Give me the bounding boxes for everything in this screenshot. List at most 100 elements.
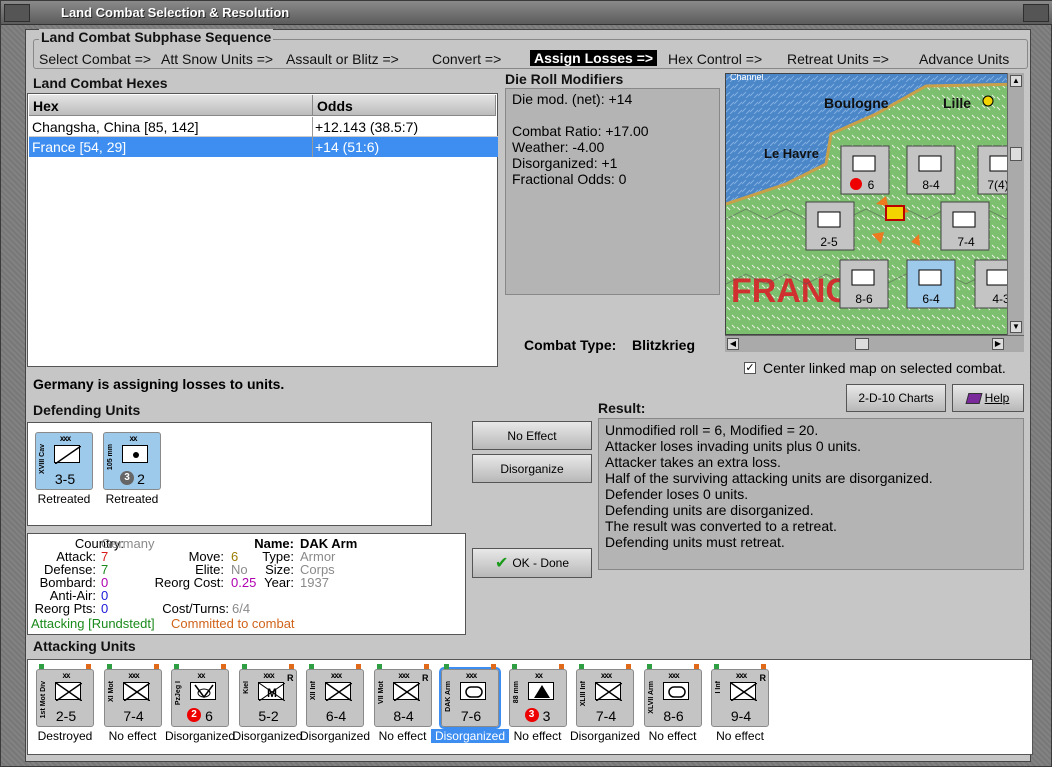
attacking-unit[interactable]: xxx XLIII Inf 7-4 Disorganized xyxy=(570,664,640,743)
status-light-icon xyxy=(761,664,766,669)
map-label-channel: Channel xyxy=(730,74,764,82)
result-line: Attacker takes an extra loss. xyxy=(605,454,781,470)
unit-status: Destroyed xyxy=(37,729,93,743)
reserve-icon: R xyxy=(422,673,429,683)
center-map-checkbox[interactable]: ✓ xyxy=(744,362,756,374)
map-counter-str: 8-4 xyxy=(922,178,940,192)
infantry-symbol-icon xyxy=(55,682,82,701)
unit-name: 88 mm xyxy=(512,681,520,704)
unit-strength: 9-4 xyxy=(730,708,752,724)
status-light-icon xyxy=(714,664,719,669)
defending-unit[interactable]: xx 105 mm 3 2 Retreated xyxy=(103,432,161,506)
charts-button[interactable]: 2-D-10 Charts xyxy=(846,384,946,412)
unit-name: Kiel xyxy=(242,681,250,694)
unit-size: xx xyxy=(535,671,543,680)
attacking-unit[interactable]: xxx XII Inf 6-4 Disorganized xyxy=(300,664,370,743)
cost-turns-label: Cost/Turns: xyxy=(162,601,229,616)
infantry-symbol-icon xyxy=(730,682,757,701)
year-label: Year: xyxy=(264,575,294,590)
unit-strength: 2-5 xyxy=(55,708,77,724)
unit-size: xx xyxy=(129,434,138,443)
unit-strength: 7-4 xyxy=(595,708,617,724)
window-menu-grip[interactable] xyxy=(4,4,30,22)
help-book-icon xyxy=(965,392,983,404)
disorganize-button[interactable]: Disorganize xyxy=(472,454,592,483)
attacking-unit[interactable]: xxx Kiel M R 5-2 Disorganized xyxy=(232,664,303,743)
unit-strength: 8-6 xyxy=(663,708,684,724)
odds-column-header[interactable]: Odds xyxy=(313,95,496,116)
scroll-down-icon[interactable]: ▼ xyxy=(1010,321,1022,333)
linked-map[interactable]: FRANCE Boulogne Lille Le Havre Channel 6… xyxy=(725,73,1024,335)
unit-counter: xxx XVIII Cav 3-5 xyxy=(35,432,93,490)
map-horizontal-scrollbar[interactable]: ◀ ▶ xyxy=(725,335,1024,352)
status-light-icon xyxy=(423,664,429,669)
hex-row-selected[interactable]: France [54, 29] +14 (51:6) xyxy=(29,137,498,157)
map-vertical-scrollbar[interactable]: ▲ ▼ xyxy=(1007,73,1024,335)
window-close-grip[interactable] xyxy=(1023,4,1049,22)
title-bar[interactable]: Land Combat Selection & Resolution xyxy=(1,1,1052,25)
status-light-icon xyxy=(221,664,226,669)
hex-name: Changsha, China [85, 142] xyxy=(32,119,199,135)
map-counter: 8-4 xyxy=(906,145,956,195)
checkmark-icon: ✔ xyxy=(494,555,509,572)
attacking-unit[interactable]: xx PzJeg I 2 6 Disorganized xyxy=(165,664,235,743)
reorg-cost-label: Reorg Cost: xyxy=(154,575,224,590)
phase-step-att-snow: Att Snow Units => xyxy=(161,51,274,67)
phase-step-assault-blitz: Assault or Blitz => xyxy=(286,51,399,67)
reserve-icon: R xyxy=(759,673,767,683)
ok-done-button[interactable]: ✔ OK - Done xyxy=(472,548,592,578)
attacking-unit[interactable]: xxx XI Mot 7-4 No effect xyxy=(103,664,162,743)
attacking-unit[interactable]: xx 88 mm 3 3 No effect xyxy=(508,664,567,743)
infantry-symbol-icon xyxy=(325,682,352,701)
result-box: Unmodified roll = 6, Modified = 20. Atta… xyxy=(598,418,1024,570)
help-button[interactable]: Help xyxy=(952,384,1024,412)
reserve-icon: R xyxy=(287,673,294,683)
unit-strength: 6 xyxy=(205,708,213,724)
unit-status: Retreated xyxy=(37,492,91,506)
map-counter: 7-4 xyxy=(940,201,990,251)
scroll-right-icon[interactable]: ▶ xyxy=(992,338,1004,350)
die-roll-box: Die mod. (net): +14 Combat Ratio: +17.00… xyxy=(505,88,720,295)
unit-strength: 2 xyxy=(137,471,145,487)
unit-counter: xxx XLVII Arm 8-6 xyxy=(643,664,702,727)
armor-symbol-icon xyxy=(460,682,486,700)
unit-counter: xx PzJeg I26 xyxy=(171,664,229,727)
status-light-icon xyxy=(174,664,179,669)
committed-note: Committed to combat xyxy=(171,616,295,631)
attacking-unit[interactable]: xxx I Inf R 9-4 No effect xyxy=(711,664,769,743)
status-light-icon xyxy=(106,664,112,669)
hex-odds: +12.143 (38.5:7) xyxy=(315,119,419,135)
unit-counter: xxx VII Mot R 8-4 xyxy=(373,664,432,727)
die-line: Die mod. (net): +14 xyxy=(512,91,633,107)
defending-unit[interactable]: xxx XVIII Cav 3-5 Retreated xyxy=(35,432,93,506)
ok-done-label: OK - Done xyxy=(512,556,570,570)
hex-column-header[interactable]: Hex xyxy=(29,95,313,116)
attacking-unit[interactable]: xxx XLVII Arm 8-6 No effect xyxy=(643,664,702,743)
attacking-unit[interactable]: xxx VII Mot R 8-4 No effect xyxy=(373,664,432,743)
status-light-icon xyxy=(153,664,159,669)
hexes-title: Land Combat Hexes xyxy=(33,75,168,91)
no-effect-button[interactable]: No Effect xyxy=(472,421,592,450)
unit-strength: 8-4 xyxy=(393,708,414,724)
map-counter-str: 7-4 xyxy=(957,235,975,249)
scroll-thumb[interactable] xyxy=(855,338,869,350)
defending-units-box: xxx XVIII Cav 3-5 Retreated xx 105 mm 3 … xyxy=(27,422,432,526)
unit-size: xx xyxy=(62,671,71,680)
phase-step-retreat-units: Retreat Units => xyxy=(787,51,889,67)
scroll-left-icon[interactable]: ◀ xyxy=(727,338,739,350)
hex-row[interactable]: Changsha, China [85, 142] +12.143 (38.5:… xyxy=(29,117,498,137)
attacking-unit[interactable]: xx 1st Mot Div 2-5 Destroyed xyxy=(36,664,94,743)
phase-step-assign-losses: Assign Losses => xyxy=(530,50,658,66)
unit-name: I Inf xyxy=(715,681,722,694)
unit-info-box: Country: Germany Attack: 7 Defense: 7 Bo… xyxy=(27,533,466,635)
reorg-pts-label: Reorg Pts: xyxy=(34,601,96,616)
result-line: The result was converted to a retreat. xyxy=(605,518,837,534)
scroll-up-icon[interactable]: ▲ xyxy=(1010,75,1022,87)
scroll-thumb[interactable] xyxy=(1010,147,1022,161)
result-line: Attacker loses invading units plus 0 uni… xyxy=(605,438,862,454)
phase-step-select-combat: Select Combat => xyxy=(39,51,152,67)
attacking-unit[interactable]: xxx DAK Arm 7-6 Disorganized xyxy=(431,664,509,743)
reorg-cost-value: 0.25 xyxy=(231,575,257,590)
map-label-boulogne: Boulogne xyxy=(824,95,889,111)
svg-text:M: M xyxy=(267,686,277,700)
